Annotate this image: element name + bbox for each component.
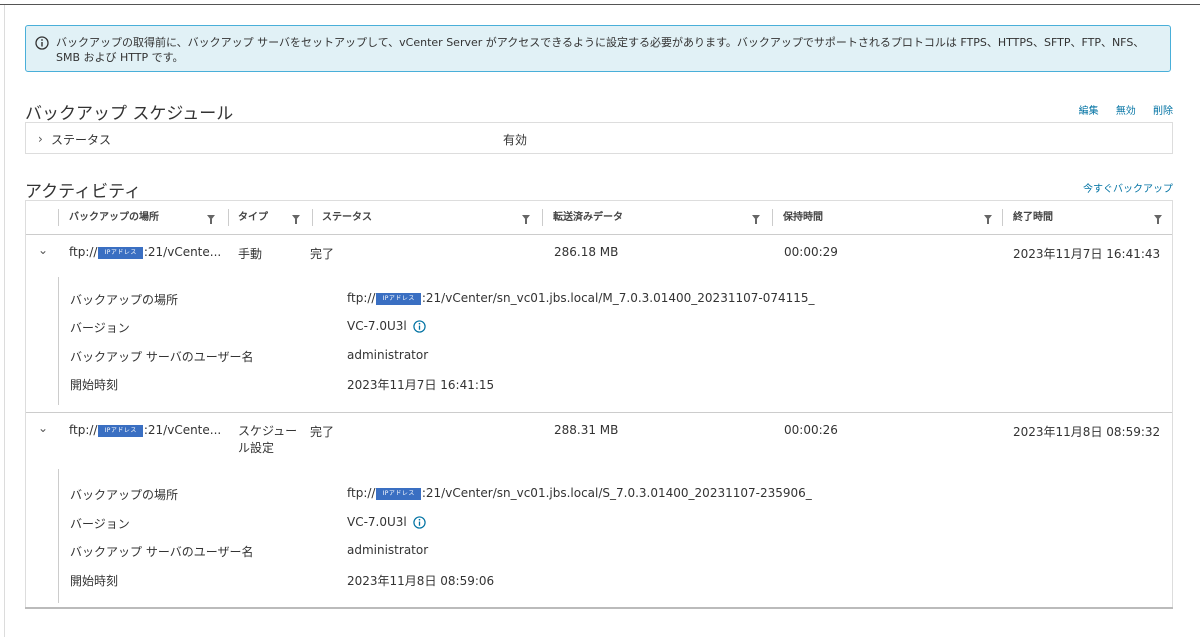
row-end: 2023年11月7日 16:41:43 (1013, 247, 1161, 261)
ip-redaction-badge: IPアドレス (98, 424, 143, 437)
row-data: 286.18 MB (554, 245, 619, 259)
ip-redaction-badge: IPアドレス (376, 487, 421, 500)
grid-bottom-border (25, 607, 1173, 609)
row-duration: 00:00:29 (784, 245, 838, 259)
left-border (4, 5, 5, 637)
detail-label: 開始時刻 (70, 574, 119, 588)
detail-label: 開始時刻 (70, 378, 119, 392)
row-end: 2023年11月8日 08:59:32 (1013, 425, 1161, 439)
table-row[interactable]: ⌄ ftp://IPアドレス:21/vCente... 手動 完了 286.18… (26, 235, 1172, 275)
detail-value: 2023年11月8日 08:59:06 (347, 574, 495, 588)
column-divider (312, 209, 313, 226)
detail-value: ftp://IPアドレス:21/vCenter/sn_vc01.jbs.loca… (347, 486, 812, 500)
top-border (0, 4, 1200, 5)
column-divider (1002, 209, 1003, 226)
detail-label: バックアップ サーバのユーザー名 (70, 545, 254, 559)
info-circle-icon[interactable] (413, 320, 426, 333)
row-data: 288.31 MB (554, 423, 619, 437)
detail-value: ftp://IPアドレス:21/vCenter/sn_vc01.jbs.loca… (347, 291, 815, 305)
info-alert: バックアップの取得前に、バックアップ サーバをセットアップして、vCenter … (25, 25, 1171, 72)
filter-icon[interactable] (522, 215, 530, 224)
column-divider (542, 209, 543, 226)
schedule-status-row: › ステータス 有効 (25, 122, 1173, 154)
row-status: 完了 (310, 247, 335, 261)
filter-icon[interactable] (207, 215, 215, 224)
row-type: 手動 (238, 247, 263, 261)
activity-grid: バックアップの場所 タイプ ステータス 転送済みデータ 保持時間 終了時間 ⌄ … (25, 200, 1173, 608)
row-location: ftp://IPアドレス:21/vCente... (69, 423, 222, 437)
filter-icon[interactable] (292, 215, 300, 224)
activity-actions: 今すぐバックアップ (1069, 180, 1173, 195)
detail-rule (58, 277, 59, 405)
chevron-down-icon[interactable]: ⌄ (38, 421, 48, 435)
detail-label: バージョン (70, 517, 130, 531)
alert-message: バックアップの取得前に、バックアップ サーバをセットアップして、vCenter … (56, 36, 1145, 64)
detail-value: administrator (347, 543, 429, 557)
info-circle-icon[interactable] (413, 516, 426, 529)
col-end[interactable]: 終了時間 (1013, 201, 1053, 234)
table-row[interactable]: ⌄ ftp://IPアドレス:21/vCente... スケジュー ル設定 完了… (26, 413, 1172, 459)
info-circle-icon (35, 36, 49, 50)
ip-redaction-badge: IPアドレス (98, 246, 143, 259)
col-duration[interactable]: 保持時間 (783, 201, 823, 234)
filter-icon[interactable] (984, 215, 992, 224)
disable-link[interactable]: 無効 (1116, 106, 1136, 117)
ip-redaction-badge: IPアドレス (376, 292, 421, 305)
row-status: 完了 (310, 425, 335, 439)
schedule-title: バックアップ スケジュール (25, 104, 234, 124)
row-duration: 00:00:26 (784, 423, 838, 437)
detail-label: バックアップの場所 (70, 488, 179, 502)
backup-now-link[interactable]: 今すぐバックアップ (1083, 184, 1173, 195)
detail-label: バージョン (70, 321, 130, 335)
row-location: ftp://IPアドレス:21/vCente... (69, 245, 222, 259)
col-data[interactable]: 転送済みデータ (553, 201, 623, 234)
detail-value: administrator (347, 348, 429, 362)
row-type: スケジュー ル設定 (238, 424, 298, 455)
column-divider (772, 209, 773, 226)
activity-title: アクティビティ (25, 182, 142, 202)
col-location[interactable]: バックアップの場所 (69, 201, 159, 234)
filter-icon[interactable] (1154, 215, 1162, 224)
detail-value: 2023年11月7日 16:41:15 (347, 378, 495, 392)
detail-value: VC-7.0U3l (347, 515, 426, 529)
status-label: ステータス (51, 133, 112, 147)
edit-link[interactable]: 編集 (1079, 106, 1099, 117)
grid-header: バックアップの場所 タイプ ステータス 転送済みデータ 保持時間 終了時間 (26, 201, 1172, 235)
column-divider (58, 209, 59, 226)
col-type[interactable]: タイプ (238, 201, 268, 234)
chevron-right-icon[interactable]: › (38, 132, 43, 146)
col-status[interactable]: ステータス (322, 201, 372, 234)
delete-link[interactable]: 削除 (1153, 106, 1173, 117)
detail-rule (58, 469, 59, 603)
status-value: 有効 (503, 133, 528, 147)
detail-label: バックアップの場所 (70, 293, 179, 307)
detail-label: バックアップ サーバのユーザー名 (70, 350, 254, 364)
chevron-down-icon[interactable]: ⌄ (38, 243, 48, 257)
detail-value: VC-7.0U3l (347, 319, 426, 333)
filter-icon[interactable] (752, 215, 760, 224)
column-divider (228, 209, 229, 226)
schedule-actions: 編集 無効 削除 (1065, 102, 1173, 117)
